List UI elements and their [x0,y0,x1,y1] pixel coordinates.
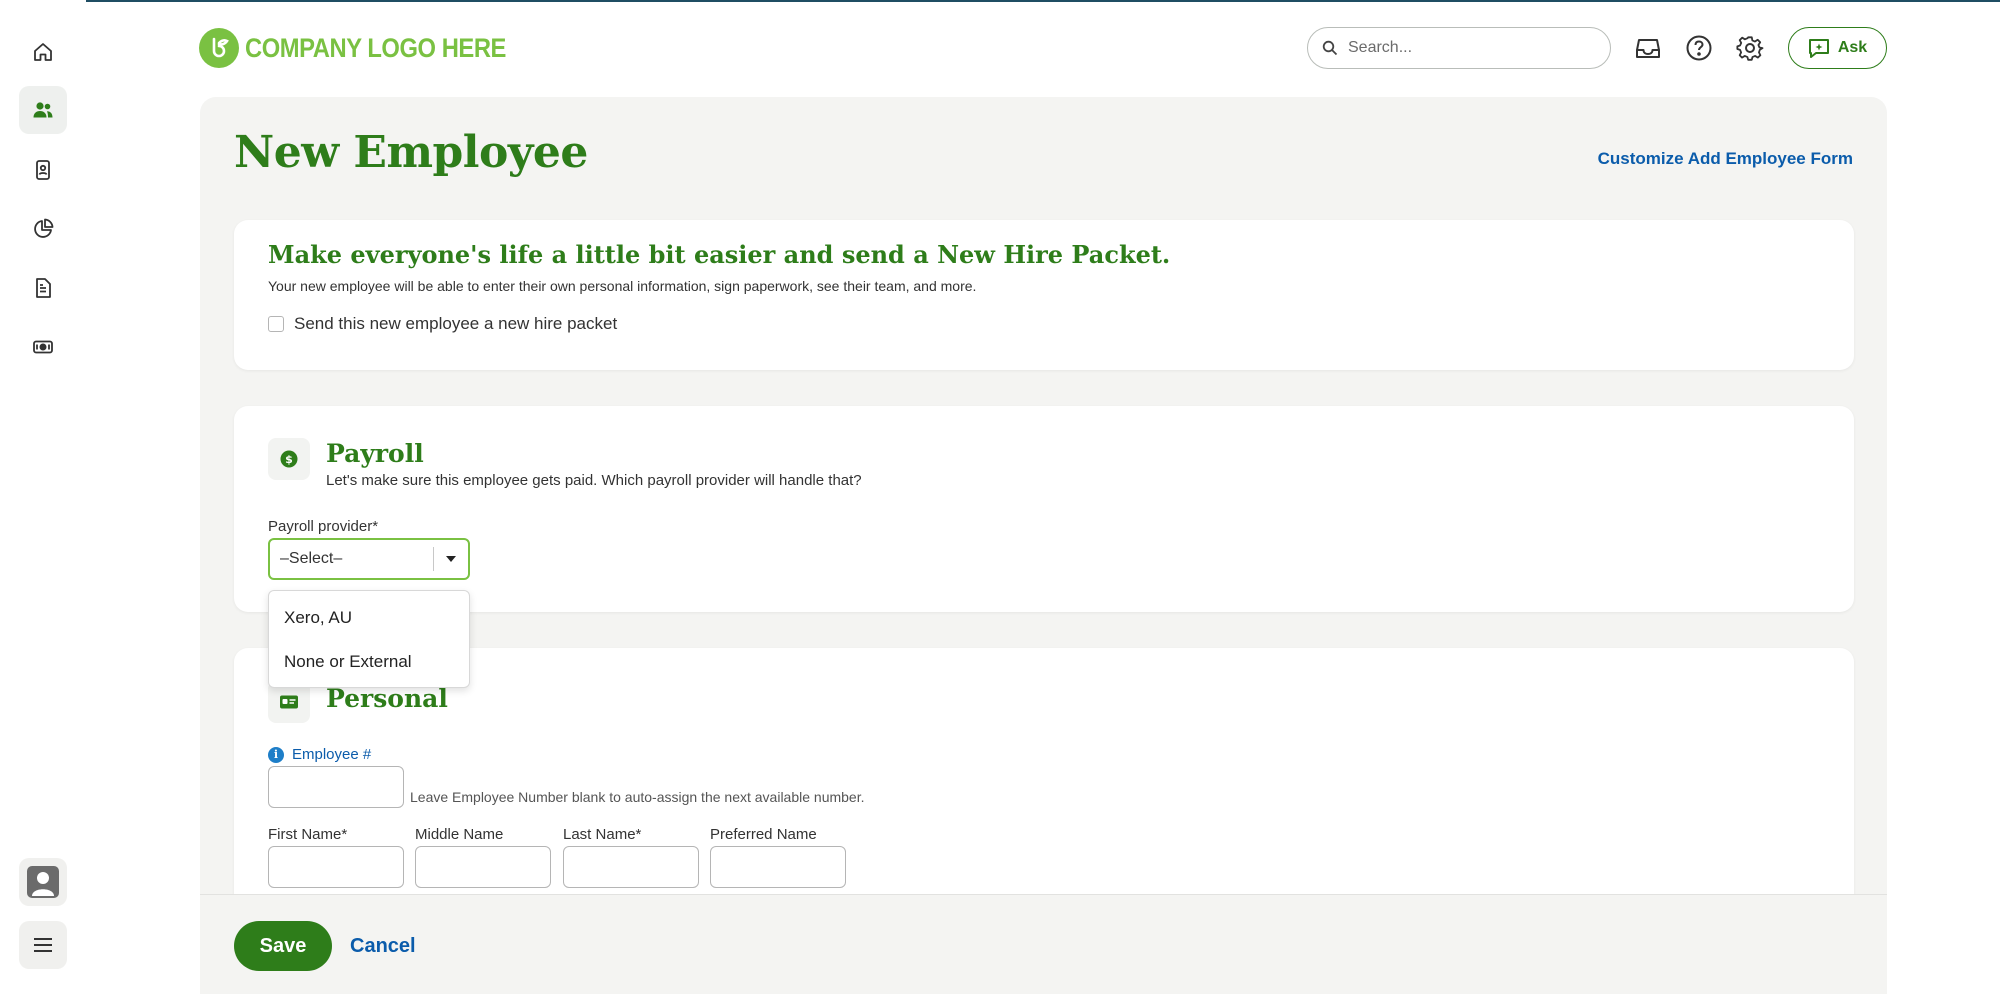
caret-down-icon[interactable] [434,555,468,563]
help-button[interactable] [1682,31,1716,65]
personal-card: Personal i Employee # Leave Employee Num… [234,648,1854,908]
payroll-title: Payroll [326,439,424,468]
last-name-label: Last Name* [563,826,642,843]
nav-payroll[interactable] [19,323,67,371]
middle-name-label: Middle Name [415,826,504,843]
logo-text: COMPANY LOGO HERE [245,32,506,63]
personal-title: Personal [326,684,448,713]
inbox-button[interactable] [1631,31,1665,65]
dropdown-option[interactable]: None or External [269,640,469,684]
payroll-provider-label: Payroll provider* [268,518,379,535]
help-icon [1686,35,1712,61]
payroll-provider-select[interactable]: –Select– [268,538,470,580]
middle-name-input[interactable] [415,846,551,888]
nav-menu[interactable] [19,921,67,969]
search-icon [1322,40,1338,56]
preferred-name-label: Preferred Name [710,826,817,843]
dropdown-option[interactable]: Xero, AU [269,596,469,640]
select-value: –Select– [280,550,343,567]
home-icon [34,43,52,61]
inbox-icon [1636,39,1660,58]
hamburger-menu-icon [34,938,52,952]
checkbox-box[interactable] [268,316,284,332]
last-name-input[interactable] [563,846,699,888]
ask-chat-icon [1808,39,1829,58]
preferred-name-input[interactable] [710,846,846,888]
nav-documents[interactable] [19,264,67,312]
svg-text:$: $ [285,453,293,466]
info-icon[interactable]: i [268,746,284,763]
nav-people[interactable] [19,86,67,134]
payroll-section-icon-box: $ [268,438,310,480]
employee-number-label[interactable]: i Employee # [268,746,371,763]
dollar-coin-icon: $ [280,450,298,468]
ask-button[interactable]: Ask [1788,27,1887,69]
company-logo[interactable]: COMPANY LOGO HERE [199,28,542,68]
customize-form-link[interactable]: Customize Add Employee Form [1598,149,1853,169]
document-icon [36,278,51,298]
people-icon [33,102,53,118]
form-footer: Save Cancel [200,894,1887,994]
nav-profile[interactable] [19,858,67,906]
nav-home[interactable] [19,28,67,76]
search-box[interactable] [1307,27,1611,69]
nav-directory[interactable] [19,146,67,194]
settings-button[interactable] [1733,31,1767,65]
main-panel: New Employee Customize Add Employee Form… [200,97,1887,994]
employee-number-input[interactable] [268,766,404,808]
packet-description: Your new employee will be able to enter … [268,278,977,294]
employee-number-label-text: Employee # [292,746,372,763]
reports-pie-icon [34,218,54,238]
ask-label: Ask [1837,39,1868,56]
first-name-label: First Name* [268,826,348,843]
nav-reports[interactable] [19,205,67,253]
badge-icon [36,160,50,180]
search-input[interactable] [1348,39,1588,57]
cancel-link[interactable]: Cancel [350,935,416,958]
packet-title: Make everyone's life a little bit easier… [268,240,1171,269]
first-name-input[interactable] [268,846,404,888]
top-accent-line [0,0,2000,2]
payroll-subtitle: Let's make sure this employee gets paid.… [326,472,862,489]
id-card-icon [280,695,298,709]
user-avatar-icon [27,866,59,898]
save-button[interactable]: Save [234,921,332,971]
gear-icon [1736,36,1764,61]
new-hire-packet-checkbox[interactable]: Send this new employee a new hire packet [268,314,617,334]
employee-number-hint: Leave Employee Number blank to auto-assi… [410,789,865,805]
payroll-card: $ Payroll Let's make sure this employee … [234,406,1854,612]
side-nav [0,0,86,994]
payroll-money-icon [33,340,53,354]
page-title: New Employee [234,127,588,178]
new-hire-packet-card: Make everyone's life a little bit easier… [234,220,1854,370]
payroll-provider-dropdown: Xero, AU None or External [268,590,470,688]
logo-mark-icon [199,28,239,68]
checkbox-label: Send this new employee a new hire packet [294,314,618,333]
